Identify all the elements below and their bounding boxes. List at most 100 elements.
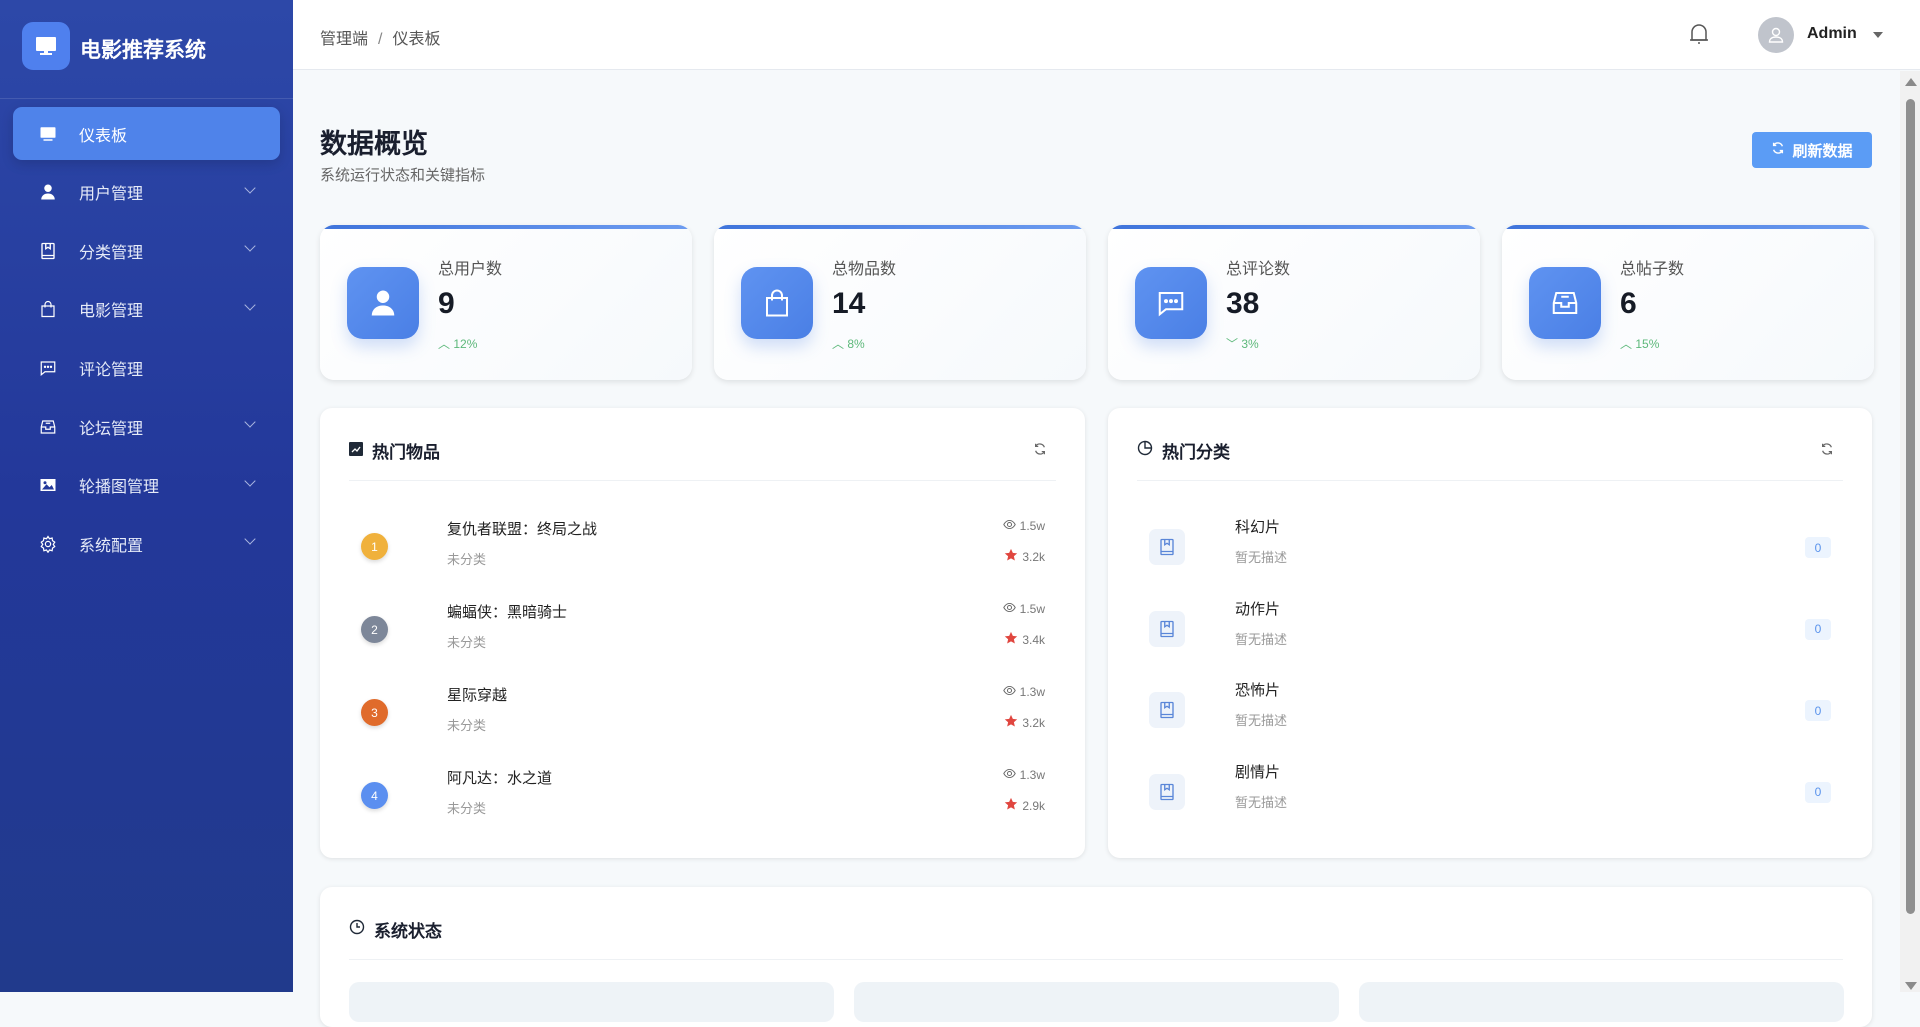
category-desc: 暂无描述 — [1235, 550, 1288, 565]
avatar[interactable] — [1758, 17, 1794, 53]
category-row[interactable]: 动作片 暂无描述 0 — [1137, 593, 1843, 663]
sidebar-item-7[interactable]: 系统配置 — [13, 517, 280, 570]
category-name[interactable]: 恐怖片 — [1235, 679, 1280, 700]
sidebar-item-2[interactable]: 分类管理 — [13, 224, 280, 277]
system-status-title: 系统状态 — [374, 922, 442, 941]
stat-value: 38 — [1226, 287, 1260, 320]
views-value: 1.3w — [1019, 685, 1045, 699]
book-icon — [1149, 773, 1185, 810]
scroll-up-arrow-icon[interactable] — [1905, 78, 1917, 86]
stat-value: 9 — [438, 287, 455, 320]
category-row[interactable]: 科幻片 暂无描述 0 — [1137, 511, 1843, 581]
refresh-icon — [1771, 141, 1785, 159]
brand-title: 电影推荐系统 — [80, 39, 206, 62]
star-icon — [1004, 548, 1018, 565]
refresh-data-button[interactable]: 刷新数据 — [1752, 132, 1872, 168]
category-count-badge: 0 — [1805, 537, 1831, 558]
sidebar-item-label: 评论管理 — [79, 361, 144, 379]
item-category: 未分类 — [447, 552, 487, 567]
caret-down-icon[interactable] — [1873, 32, 1883, 38]
panel-divider — [1137, 480, 1843, 481]
eye-icon — [1002, 684, 1016, 700]
sidebar-item-1[interactable]: 用户管理 — [13, 166, 280, 219]
refresh-icon[interactable] — [1033, 442, 1047, 461]
sidebar: 电影推荐系统 仪表板 用户管理 分类管理 电影管理 评论管理 论坛管理 轮播图管… — [0, 0, 293, 992]
hot-item-row[interactable]: 1 复仇者联盟：终局之战 未分类 1.5w 3.2k — [349, 511, 1056, 581]
item-category: 未分类 — [447, 718, 487, 733]
breadcrumb-item-admin[interactable]: 管理端 — [320, 31, 368, 48]
scrollbar[interactable] — [1900, 71, 1920, 992]
item-name[interactable]: 复仇者联盟：终局之战 — [447, 518, 597, 539]
hot-items-panel: 热门物品 1 复仇者联盟：终局之战 未分类 1.5w 3.2k 2 蝙蝠侠：黑暗… — [320, 408, 1085, 858]
category-desc: 暂无描述 — [1235, 794, 1288, 810]
views-value: 1.5w — [1019, 602, 1045, 616]
scrollbar-thumb[interactable] — [1906, 99, 1915, 914]
sidebar-item-6[interactable]: 轮播图管理 — [13, 459, 280, 512]
chevron-down-icon — [244, 416, 256, 428]
sidebar-item-label: 仪表板 — [79, 127, 128, 145]
chevron-down-icon: ﹀ — [1226, 337, 1239, 351]
stat-label: 总评论数 — [1226, 261, 1291, 278]
status-box — [1359, 982, 1844, 1022]
views-count: 1.5w — [1002, 601, 1045, 617]
category-name[interactable]: 剧情片 — [1235, 761, 1280, 782]
sidebar-item-label: 系统配置 — [79, 537, 144, 555]
status-box — [349, 982, 834, 1022]
book-icon — [1149, 529, 1185, 565]
stat-trend: ︿ 8% — [832, 335, 865, 352]
bell-icon[interactable] — [1688, 22, 1710, 51]
chevron-up-icon: ︿ — [832, 337, 845, 351]
status-box — [854, 982, 1339, 1022]
panel-divider — [349, 959, 1843, 960]
hot-categories-panel: 热门分类 科幻片 暂无描述 0 动作片 暂无描述 0 恐怖片 暂无描述 0 剧情… — [1108, 408, 1872, 858]
rank-badge: 2 — [361, 616, 388, 643]
chevron-down-icon — [244, 474, 256, 487]
page-title: 数据概览 — [320, 129, 428, 159]
sidebar-divider — [0, 98, 293, 99]
category-row[interactable]: 剧情片 暂无描述 0 — [1137, 756, 1843, 826]
stat-trend: ︿ 12% — [438, 335, 477, 352]
hot-item-row[interactable]: 4 阿凡达：水之道 未分类 1.3w 2.9k — [349, 760, 1056, 830]
stat-label: 总帖子数 — [1620, 261, 1685, 278]
monitor-icon — [22, 22, 70, 70]
star-icon — [1004, 714, 1018, 731]
breadcrumb: 管理端 / 仪表板 — [320, 25, 440, 49]
item-name[interactable]: 星际穿越 — [447, 684, 507, 705]
category-count-badge: 0 — [1805, 781, 1831, 803]
user-name[interactable]: Admin — [1807, 25, 1857, 43]
image-icon — [37, 476, 59, 494]
scroll-down-arrow-icon[interactable] — [1905, 982, 1917, 990]
category-desc: 暂无描述 — [1235, 631, 1288, 647]
stat-card: 总帖子数 6 ︿ 15% — [1502, 225, 1874, 380]
hot-categories-title: 热门分类 — [1162, 443, 1230, 462]
hot-item-row[interactable]: 3 星际穿越 未分类 1.3w 3.2k — [349, 677, 1056, 747]
refresh-icon[interactable] — [1820, 442, 1834, 461]
book-icon — [1149, 610, 1185, 647]
likes-value: 3.4k — [1022, 632, 1045, 647]
system-status-panel: 系统状态 — [320, 887, 1872, 1027]
eye-icon — [1002, 601, 1016, 617]
star-icon — [1004, 797, 1018, 814]
stat-trend-value: 3% — [1241, 337, 1259, 351]
hot-item-row[interactable]: 2 蝙蝠侠：黑暗骑士 未分类 1.5w 3.4k — [349, 594, 1056, 664]
stat-trend-value: 8% — [847, 337, 865, 351]
inbox-icon — [1529, 267, 1601, 339]
category-row[interactable]: 恐怖片 暂无描述 0 — [1137, 674, 1843, 744]
page-subtitle: 系统运行状态和关键指标 — [320, 167, 486, 184]
clock-icon — [349, 919, 365, 940]
item-category: 未分类 — [447, 801, 487, 816]
sidebar-item-5[interactable]: 论坛管理 — [13, 400, 280, 453]
sidebar-item-label: 论坛管理 — [79, 420, 144, 438]
refresh-data-label: 刷新数据 — [1792, 142, 1853, 160]
rank-badge: 3 — [361, 699, 388, 726]
book-icon — [37, 242, 59, 260]
item-name[interactable]: 蝙蝠侠：黑暗骑士 — [447, 601, 567, 622]
item-name[interactable]: 阿凡达：水之道 — [447, 767, 552, 788]
sidebar-item-label: 用户管理 — [79, 186, 144, 204]
sidebar-item-0[interactable]: 仪表板 — [13, 107, 280, 160]
sidebar-item-4[interactable]: 评论管理 — [13, 341, 280, 394]
category-name[interactable]: 科幻片 — [1235, 516, 1280, 537]
sidebar-item-3[interactable]: 电影管理 — [13, 283, 280, 336]
chevron-down-icon — [244, 299, 256, 311]
category-name[interactable]: 动作片 — [1235, 598, 1280, 619]
